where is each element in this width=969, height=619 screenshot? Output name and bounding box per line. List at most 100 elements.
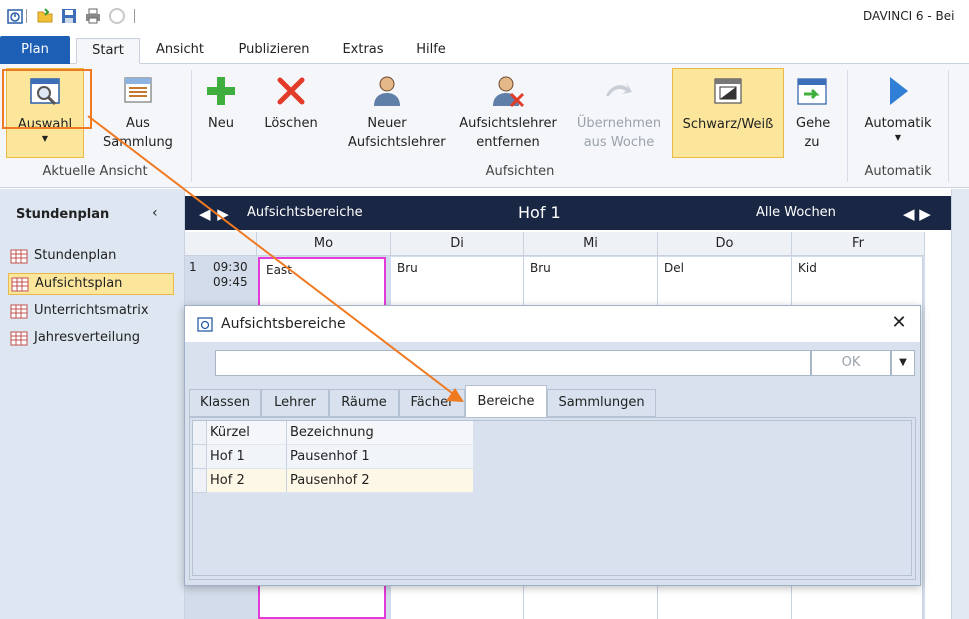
user-icon [374,76,400,106]
table-icon [11,277,29,292]
neu-button[interactable]: Neu [198,68,244,158]
black-white-icon [714,78,742,104]
day-header-mo: Mo [257,232,391,256]
group-aktuelle-ansicht: Aktuelle Ansicht [42,164,148,179]
uebernehmen-aus-woche-button: Übernehmen aus Woche [572,68,666,158]
gehe-zu-label: Gehe zu [796,116,831,150]
nav-arrows-right-icon[interactable]: ◀ ▶ [903,205,931,223]
aus-sammlung-label: Aus Sammlung [103,116,173,150]
sidebar-item-jahresverteilung[interactable]: Jahresverteilung [8,328,174,350]
delete-x-icon [277,77,305,105]
tab-hilfe[interactable]: Hilfe [405,38,457,64]
sidebar: Stundenplan ‹ Stundenplan Aufsichtsplan … [0,189,185,619]
neuer-aufsichtslehrer-label: Neuer Aufsichtslehrer [348,116,446,150]
ribbon: Auswahl ▼ Aus Sammlung Aktuelle Ansicht … [0,64,969,188]
tab-plan[interactable]: Plan [0,36,70,64]
cell-kuerzel[interactable]: Hof 2 [207,469,287,493]
loeschen-button[interactable]: Löschen [256,68,326,158]
print-icon[interactable] [84,7,102,25]
chevron-down-icon: ▼ [894,133,902,142]
separator [134,9,135,23]
table-icon [10,331,28,346]
loeschen-label: Löschen [264,116,318,131]
schwarz-weiss-button[interactable]: Schwarz/Weiß [672,68,784,158]
neu-label: Neu [208,116,234,131]
area-label: Aufsichtsbereiche [247,205,363,220]
timetable-title: Hof 1 [518,203,561,222]
gehe-zu-button[interactable]: Gehe zu [788,68,836,158]
collapse-chevron-icon[interactable]: ‹ [152,205,158,221]
nav-arrows-left-icon[interactable]: ◀ ▶ [199,205,230,223]
period-number: 1 [189,260,197,274]
row-header[interactable] [193,469,207,493]
tab-lehrer[interactable]: Lehrer [261,389,329,417]
save-icon[interactable] [60,7,78,25]
day-header-di: Di [391,232,524,256]
app-logo-icon [7,9,23,24]
row-header[interactable] [193,445,207,469]
tab-sammlungen[interactable]: Sammlungen [547,389,656,417]
chevron-down-icon[interactable]: ▼ [891,350,915,376]
annotation-highlight-box [2,69,92,129]
aus-sammlung-button[interactable]: Aus Sammlung [92,68,184,158]
chevron-down-icon: ▼ [41,134,49,143]
tab-extras[interactable]: Extras [334,38,392,64]
tab-start[interactable]: Start [76,38,140,64]
cell-bezeichnung[interactable]: Pausenhof 1 [287,445,473,469]
cell-kuerzel[interactable]: Hof 1 [207,445,287,469]
close-icon[interactable]: ✕ [887,312,911,333]
sidebar-item-aufsichtsplan[interactable]: Aufsichtsplan [8,273,174,295]
tab-klassen[interactable]: Klassen [189,389,261,417]
open-icon[interactable] [36,7,54,25]
automatik-button[interactable]: Automatik ▼ [856,68,940,158]
separator [948,70,949,182]
copy-week-icon [606,82,632,96]
tab-raeume[interactable]: Räume [329,389,399,417]
column-header-bezeichnung[interactable]: Bezeichnung [287,421,473,445]
title-bar: DAVINCI 6 - Bei [0,0,969,34]
calendar-goto-icon [797,78,827,105]
timetable-header: ◀ ▶ Aufsichtsbereiche Hof 1 Alle Wochen … [185,196,951,230]
sidebar-item-stundenplan[interactable]: Stundenplan [8,246,174,268]
period-start-time: 09:30 [213,260,248,274]
plus-icon [207,77,235,105]
dialog-title: Aufsichtsbereiche [221,316,346,332]
search-input[interactable] [215,350,811,376]
sidebar-item-label: Aufsichtsplan [35,276,123,291]
aufsichtsbereiche-dialog: Aufsichtsbereiche ✕ OK ▼ Klassen Lehrer … [184,305,921,586]
tab-ansicht[interactable]: Ansicht [146,38,214,64]
tab-bereiche[interactable]: Bereiche [465,385,547,418]
app-logo-icon [197,317,213,332]
aufsichtslehrer-entfernen-button[interactable]: Aufsichtslehrer entfernen [450,68,566,158]
grid-header-row: Kürzel Bezeichnung [193,421,473,445]
tab-faecher[interactable]: Fächer [399,389,465,417]
day-header-do: Do [658,232,792,256]
time-column-header [185,232,257,256]
separator [847,70,848,182]
sidebar-item-label: Jahresverteilung [34,330,140,345]
tab-publizieren[interactable]: Publizieren [228,38,320,64]
separator [191,70,192,182]
group-automatik: Automatik [864,164,932,179]
weeks-label[interactable]: Alle Wochen [756,205,836,220]
day-header-fr: Fr [792,232,925,256]
cell-bezeichnung[interactable]: Pausenhof 2 [287,469,473,493]
aufsichtslehrer-entfernen-label: Aufsichtslehrer entfernen [459,116,557,150]
separator [26,9,27,23]
column-header-kuerzel[interactable]: Kürzel [207,421,287,445]
ok-button[interactable]: OK [811,350,891,376]
tab-panel: Kürzel Bezeichnung Hof 1 Pausenhof 1 Hof… [189,417,916,580]
automatik-label: Automatik [864,116,932,131]
play-arrow-icon [890,77,908,105]
app-title: DAVINCI 6 - Bei [863,9,955,23]
table-icon [10,304,28,319]
table-row[interactable]: Hof 2 Pausenhof 2 [193,469,473,493]
table-row[interactable]: Hof 1 Pausenhof 1 [193,445,473,469]
sidebar-item-unterrichtsmatrix[interactable]: Unterrichtsmatrix [8,301,174,323]
group-aufsichten: Aufsichten [485,164,555,179]
sidebar-item-label: Stundenplan [34,248,117,263]
period-end-time: 09:45 [213,275,248,289]
user-remove-icon [493,76,525,108]
dialog-body: OK ▼ Klassen Lehrer Räume Fächer Bereich… [185,342,920,585]
neuer-aufsichtslehrer-button[interactable]: Neuer Aufsichtslehrer [332,68,446,158]
